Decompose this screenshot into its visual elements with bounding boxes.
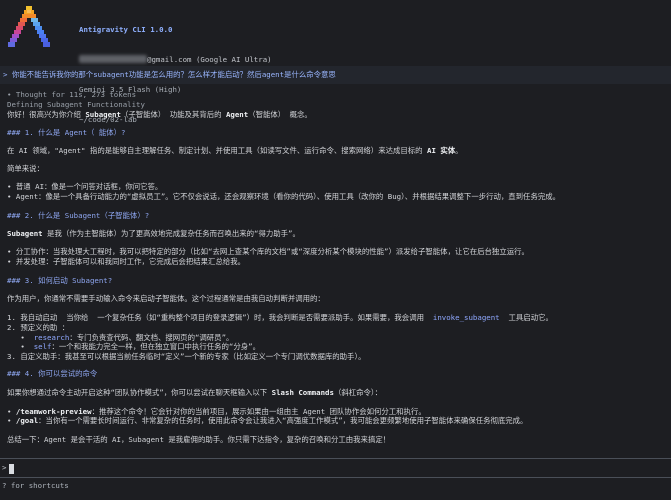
numbered-predefined: 2. 预定义的助 ： [7,323,70,332]
user-prompt-row: > 你能不能告诉我你的那个subagent功能是怎么用的？怎么样才能启动？然后a… [0,66,671,84]
user-prompt: > 你能不能告诉我你的那个subagent功能是怎么用的？怎么样才能启动？然后a… [3,70,336,79]
agent-definition: 在 AI 领域，"Agent" 指的是能够自主理解任务、制定计划、并使用工具（如… [7,146,463,155]
simple-label: 简单来说： [7,164,44,173]
heading-how-to-start: ### 3. 如何启动 Subagent? [7,276,113,285]
bullet-normal-ai: • 普通 AI：像是一个问答对话框，你问它答。 [7,182,163,191]
numbered-custom: 3. 自定义助手：我甚至可以根据当前任务临时“定义”一个新的专家（比如定义一个专… [7,352,366,361]
predefined-self: • self：一个和我能力完全一样，但在独立窗口中执行任务的“分身”。 [7,342,260,351]
subagent-definition: Subagent 是我（作为主智能体）为了更高效地完成复杂任务而召唤出来的“得力… [7,229,300,238]
antigravity-logo-icon [8,6,50,47]
input-caret: > [2,463,7,472]
thought-title: Defining Subagent Functionality [7,100,145,109]
input-top-border [0,458,671,459]
numbered-auto-start: 1. 我自动启动 当你给 一个复杂任务（如“重构整个项目的登录逻辑”）时，我会判… [7,313,553,322]
shortcuts-hint: ? for shortcuts [2,481,69,490]
start-intro: 作为用户，你通常不需要手动输入命令来启动子智能体。这个过程通常是由我自动判断并调… [7,294,325,303]
bullet-division: • 分工协作：当我处理大工程时，我可以把特定的部分（比如“去网上查某个库的文档”… [7,247,529,256]
app-title: Antigravity CLI 1.0.0 [79,25,173,34]
thought-status[interactable]: • Thought for 11s, 273 tokens [7,90,136,100]
input-bottom-border [0,477,671,478]
text-cursor [9,464,14,474]
bullet-agent: • Agent：像是一个具备行动能力的“虚拟员工”。它不仅会说话，还会观察环境（… [7,192,561,201]
commands-intro: 如果你想通过命令主动开启这种“团队协作模式”，你可以尝试在聊天框输入以下 Sla… [7,388,382,397]
redacted-email [79,55,147,63]
account-info: @gmail.com (Google AI Ultra) [79,55,272,65]
heading-commands: ### 4. 你可以尝试的命令 [7,369,98,378]
summary: 总结一下：Agent 是会干活的 AI，Subagent 是我雇佣的助手。你只需… [7,435,391,444]
command-goal: • /goal：当你有一个需要长时间运行、非常复杂的任务时，使用此命令会让我进入… [7,416,528,425]
prompt-input[interactable]: > [0,461,671,477]
invoke-subagent-code: invoke_subagent [432,313,500,322]
bullet-concurrency: • 并发处理：子智能体可以和我同时工作，它完成后会把结果汇总给我。 [7,257,246,266]
header: Antigravity CLI 1.0.0 @gmail.com (Google… [0,0,671,124]
heading-what-is-subagent: ### 2. 什么是 Subagent（子智能体）? [7,211,150,220]
account-email-suffix: @gmail.com (Google AI Ultra) [147,55,272,64]
answer-intro: 你好！很高兴为你介绍 Subagent（子智能体） 功能及其背后的 Agent（… [7,110,312,119]
heading-what-is-agent: ### 1. 什么是 Agent（ 能体）? [7,128,126,137]
